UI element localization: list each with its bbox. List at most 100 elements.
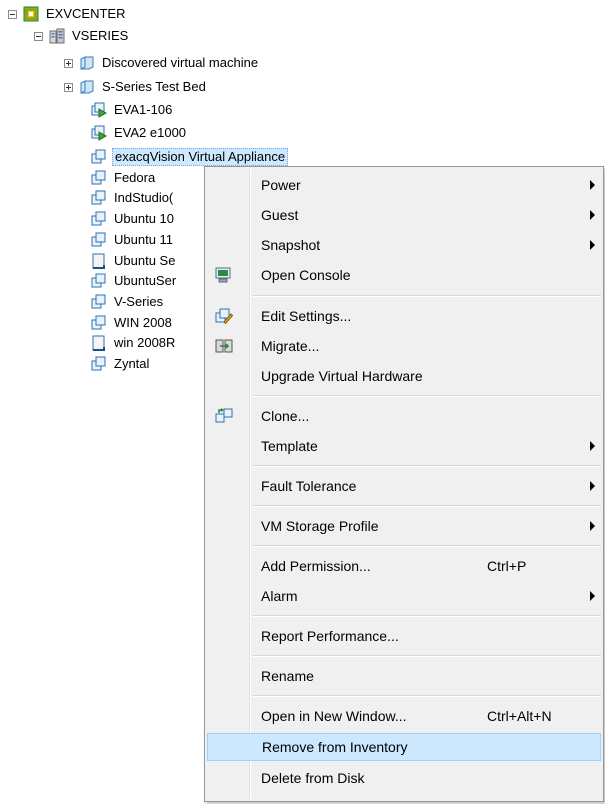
tree-node-label: Fedora [114, 170, 156, 185]
menu-item-delete-from-disk[interactable]: Delete from Disk [207, 764, 601, 792]
vm-icon [91, 315, 106, 330]
menu-separator [253, 505, 601, 507]
menu-separator [253, 615, 601, 617]
menu-item-label: Edit Settings... [261, 308, 352, 324]
menu-item-vm-storage-profile[interactable]: VM Storage Profile [207, 512, 601, 540]
menu-item-open-in-new-window[interactable]: Open in New Window... Ctrl+Alt+N [207, 702, 601, 730]
tree-node-folder[interactable]: Discovered virtual machine [64, 53, 260, 73]
menu-item-guest[interactable]: Guest [207, 201, 601, 229]
tree-node-label: V-Series [114, 294, 164, 309]
menu-item-label: Open Console [261, 267, 351, 283]
folder-icon [80, 56, 94, 70]
menu-item-migrate[interactable]: Migrate... [207, 332, 601, 360]
folder-icon [80, 80, 94, 94]
menu-item-snapshot[interactable]: Snapshot [207, 231, 601, 259]
vm-powered-on-icon [91, 125, 107, 141]
tree-node-label: IndStudio( [114, 190, 174, 205]
vm-icon [91, 190, 106, 205]
tree-node-vm[interactable]: win 2008R [91, 333, 177, 353]
menu-item-label: Fault Tolerance [261, 478, 357, 494]
submenu-arrow-icon [590, 521, 595, 531]
vm-icon [91, 294, 106, 309]
menu-separator [253, 395, 601, 397]
menu-separator [253, 655, 601, 657]
migrate-icon [215, 339, 233, 353]
tree-node-label: VSERIES [72, 28, 129, 43]
menu-item-label: Upgrade Virtual Hardware [261, 368, 423, 384]
menu-item-rename[interactable]: Rename [207, 662, 601, 690]
submenu-arrow-icon [590, 180, 595, 190]
tree-node-vm[interactable]: V-Series [91, 292, 165, 312]
vm-powered-on-icon [91, 102, 107, 118]
tree-node-datacenter[interactable]: VSERIES [34, 26, 130, 46]
menu-item-upgrade-virtual-hardware[interactable]: Upgrade Virtual Hardware [207, 362, 601, 390]
tree-node-vm[interactable]: Ubuntu Se [91, 251, 177, 271]
expand-toggle[interactable] [64, 58, 73, 68]
tree-node-label: win 2008R [114, 335, 176, 350]
menu-item-label: Alarm [261, 588, 298, 604]
tree-node-label: Discovered virtual machine [102, 55, 259, 70]
menu-item-edit-settings[interactable]: Edit Settings... [207, 302, 601, 330]
tree-node-label: UbuntuSer [114, 273, 177, 288]
menu-item-power[interactable]: Power [207, 171, 601, 199]
tree-node-label: Ubuntu 11 [114, 232, 174, 247]
tree-node-vm[interactable]: IndStudio( [91, 188, 175, 208]
expand-toggle[interactable] [64, 82, 73, 92]
tree-node-label: S-Series Test Bed [102, 79, 206, 94]
menu-item-label: VM Storage Profile [261, 518, 379, 534]
tree-node-vm[interactable]: UbuntuSer [91, 271, 178, 291]
submenu-arrow-icon [590, 591, 595, 601]
vm-powered-off-icon [92, 253, 105, 269]
menu-item-add-permission[interactable]: Add Permission... Ctrl+P [207, 552, 601, 580]
menu-item-label: Template [261, 438, 318, 454]
tree-node-vm[interactable]: Ubuntu 11 [91, 230, 175, 250]
collapse-toggle[interactable] [8, 9, 17, 19]
console-icon [215, 267, 231, 283]
menu-item-alarm[interactable]: Alarm [207, 582, 601, 610]
tree-node-vm[interactable]: EVA2 e1000 [91, 123, 188, 143]
menu-item-report-performance[interactable]: Report Performance... [207, 622, 601, 650]
tree-node-vm[interactable]: WIN 2008 [91, 313, 174, 333]
vm-icon [91, 170, 106, 185]
vm-powered-off-icon [92, 335, 105, 351]
collapse-toggle[interactable] [34, 31, 43, 41]
menu-item-label: Open in New Window... [261, 708, 407, 724]
tree-node-label: Ubuntu 10 [114, 211, 174, 226]
tree-node-label: WIN 2008 [114, 315, 172, 330]
menu-separator [253, 295, 601, 297]
menu-item-label: Add Permission... [261, 558, 371, 574]
tree-node-label: EVA1-106 [114, 102, 173, 117]
clone-icon [215, 408, 233, 423]
tree-node-label: exacqVision Virtual Appliance [112, 148, 289, 166]
menu-item-shortcut: Ctrl+P [487, 558, 527, 574]
tree-node-label: Zyntal [114, 356, 150, 371]
menu-item-label: Guest [261, 207, 299, 223]
tree-node-root[interactable]: EXVCENTER [8, 4, 127, 24]
tree-node-vm-selected[interactable]: exacqVision Virtual Appliance [91, 147, 289, 167]
tree-node-folder[interactable]: S-Series Test Bed [64, 77, 208, 97]
vm-icon [91, 149, 106, 164]
submenu-arrow-icon [590, 240, 595, 250]
menu-item-label: Power [261, 177, 301, 193]
menu-item-template[interactable]: Template [207, 432, 601, 460]
menu-separator [253, 465, 601, 467]
datacenter-icon [49, 28, 65, 44]
menu-item-label: Delete from Disk [261, 770, 365, 786]
vm-icon [91, 273, 106, 288]
submenu-arrow-icon [590, 210, 595, 220]
menu-item-label: Rename [261, 668, 314, 684]
menu-item-open-console[interactable]: Open Console [207, 261, 601, 289]
menu-item-remove-from-inventory[interactable]: Remove from Inventory [207, 733, 601, 761]
tree-node-vm[interactable]: Zyntal [91, 354, 151, 374]
menu-item-clone[interactable]: Clone... [207, 402, 601, 430]
tree-node-label: Ubuntu Se [114, 253, 176, 268]
tree-node-vm[interactable]: EVA1-106 [91, 100, 174, 120]
menu-item-fault-tolerance[interactable]: Fault Tolerance [207, 472, 601, 500]
tree-node-vm[interactable]: Fedora [91, 168, 157, 188]
context-menu: Power Guest Snapshot Open Console Edit S… [204, 166, 604, 802]
tree-node-vm[interactable]: Ubuntu 10 [91, 209, 176, 229]
vm-icon [91, 356, 106, 371]
vm-icon [91, 232, 106, 247]
submenu-arrow-icon [590, 441, 595, 451]
edit-settings-icon [215, 308, 233, 325]
